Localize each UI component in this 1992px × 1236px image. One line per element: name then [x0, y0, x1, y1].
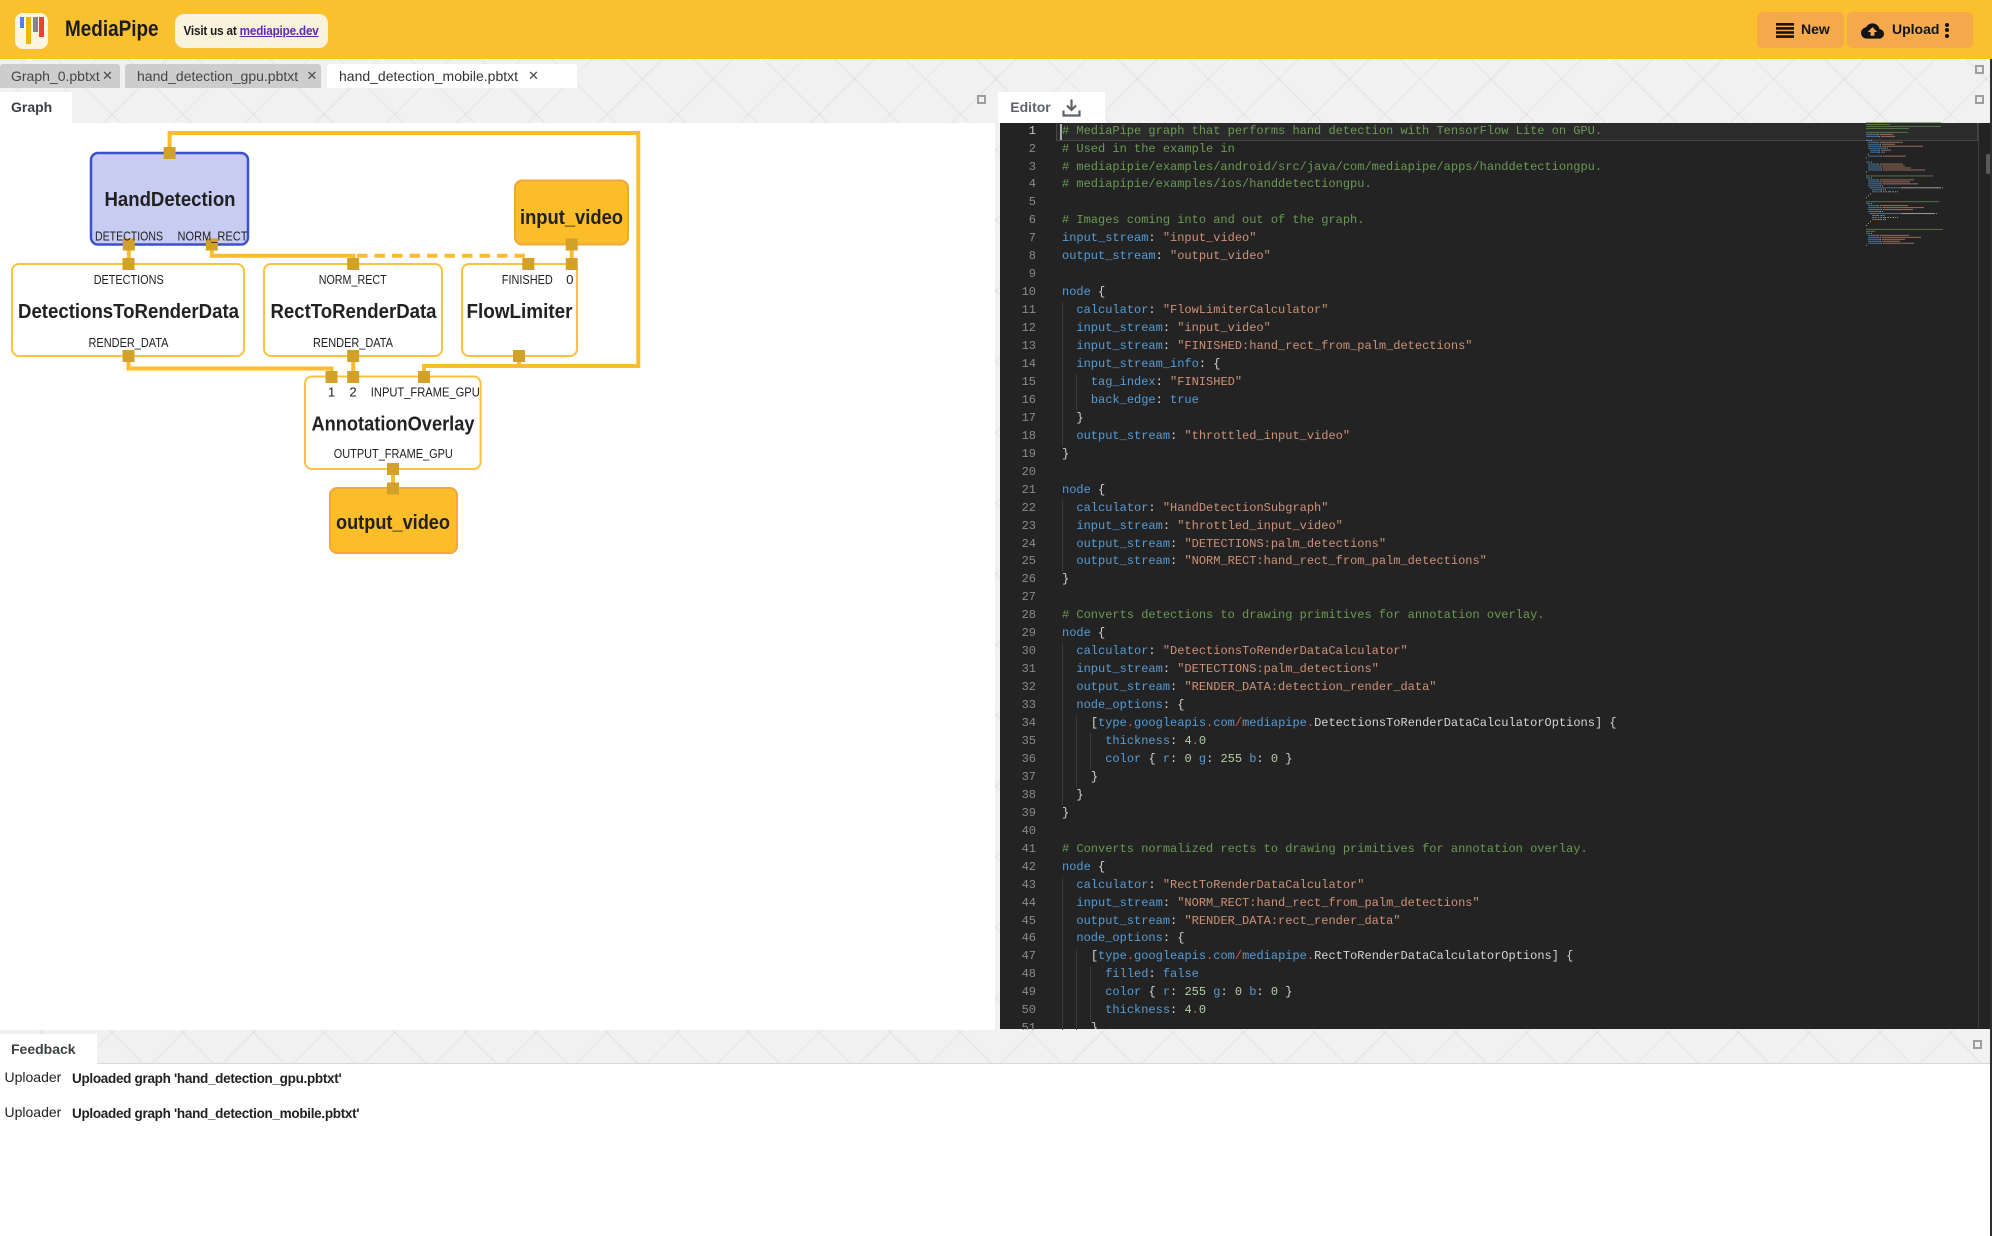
- svg-text:AnnotationOverlay: AnnotationOverlay: [312, 413, 476, 436]
- svg-text:HandDetection: HandDetection: [105, 188, 236, 211]
- svg-text:NORM_RECT: NORM_RECT: [178, 229, 248, 244]
- svg-text:FlowLimiter: FlowLimiter: [467, 300, 573, 323]
- svg-text:OUTPUT_FRAME_GPU: OUTPUT_FRAME_GPU: [334, 446, 453, 461]
- svg-text:DETECTIONS: DETECTIONS: [95, 229, 163, 244]
- svg-text:1: 1: [328, 385, 335, 400]
- svg-text:DETECTIONS: DETECTIONS: [94, 272, 164, 287]
- svg-text:RectToRenderData: RectToRenderData: [271, 300, 438, 323]
- svg-text:NORM_RECT: NORM_RECT: [319, 272, 387, 287]
- svg-text:FINISHED: FINISHED: [502, 272, 553, 287]
- svg-text:RENDER_DATA: RENDER_DATA: [313, 335, 393, 350]
- svg-text:0: 0: [566, 272, 573, 287]
- svg-text:DetectionsToRenderData: DetectionsToRenderData: [18, 300, 240, 323]
- svg-text:output_video: output_video: [336, 511, 450, 534]
- svg-text:2: 2: [349, 385, 356, 400]
- svg-text:RENDER_DATA: RENDER_DATA: [89, 335, 169, 350]
- svg-text:INPUT_FRAME_GPU: INPUT_FRAME_GPU: [371, 385, 480, 400]
- svg-text:input_video: input_video: [520, 206, 623, 229]
